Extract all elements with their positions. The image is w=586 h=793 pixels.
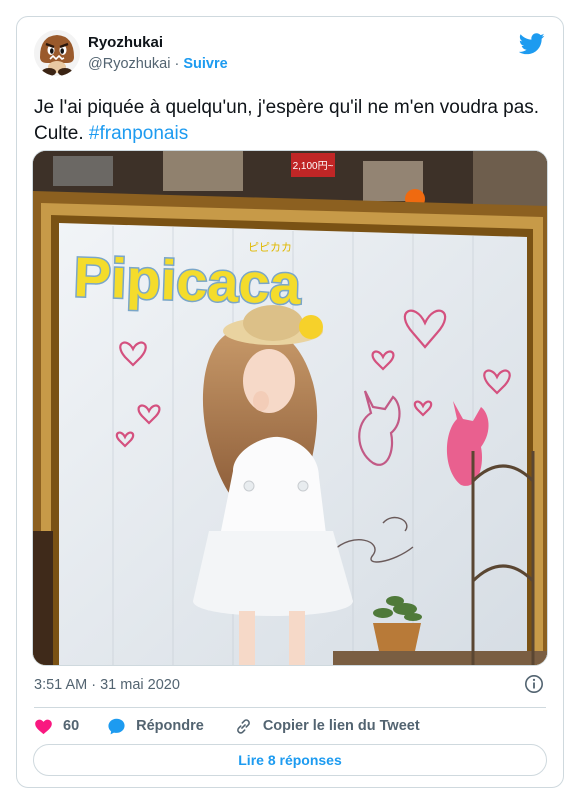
- goomba-avatar-icon: [34, 30, 80, 76]
- like-button[interactable]: 60: [34, 717, 79, 736]
- tweet-photo[interactable]: 2,100円~ Pipicaca ピピカカ: [32, 150, 548, 666]
- avatar[interactable]: [34, 30, 80, 76]
- divider: [34, 707, 546, 708]
- price-sign-text: 2,100円~: [293, 161, 334, 172]
- reply-bubble-icon: [108, 718, 125, 734]
- poster-katakana: ピピカカ: [248, 241, 292, 254]
- heart-icon: [35, 719, 52, 734]
- tweet-card: Ryozhukai @Ryozhukai · Suivre Je l'ai pi…: [16, 16, 564, 788]
- read-replies-button[interactable]: Lire 8 réponses: [33, 744, 547, 776]
- follow-link[interactable]: Suivre: [183, 56, 227, 72]
- reply-label: Répondre: [136, 718, 204, 734]
- link-icon: [236, 718, 250, 734]
- twitter-bird-icon[interactable]: [519, 33, 545, 55]
- author-handle-line: @Ryozhukai · Suivre: [88, 56, 228, 72]
- info-icon[interactable]: [524, 674, 544, 694]
- reply-button[interactable]: Répondre: [107, 717, 204, 736]
- author-handle[interactable]: @Ryozhukai: [88, 56, 170, 72]
- author-name[interactable]: Ryozhukai: [88, 34, 163, 51]
- hashtag-link[interactable]: #franponais: [89, 123, 188, 144]
- copy-link-button[interactable]: Copier le lien du Tweet: [234, 717, 420, 736]
- tweet-text: Je l'ai piquée à quelqu'un, j'espère qu'…: [34, 95, 546, 147]
- likes-count: 60: [63, 718, 80, 734]
- tweet-actions: 60 Répondre Copier le lien du Tweet: [34, 716, 420, 736]
- separator-dot: ·: [174, 56, 180, 72]
- copy-link-label: Copier le lien du Tweet: [262, 718, 420, 734]
- poster-photo-illustration: 2,100円~ Pipicaca ピピカカ: [33, 151, 547, 665]
- read-replies-label: Lire 8 réponses: [238, 752, 342, 768]
- tweet-timestamp[interactable]: 3:51 AM · 31 mai 2020: [34, 677, 180, 693]
